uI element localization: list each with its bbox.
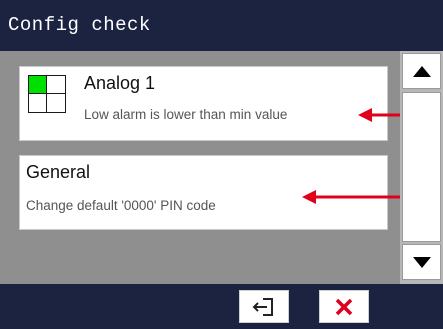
item-title: General: [26, 162, 91, 182]
scroll-down-button[interactable]: [402, 244, 441, 280]
triangle-up-icon: [412, 65, 431, 77]
footer-bar: [0, 284, 443, 329]
scroll-thumb[interactable]: [402, 92, 441, 242]
list-item[interactable]: Analog 1 Low alarm is lower than min val…: [19, 66, 388, 141]
exit-icon: [252, 297, 273, 316]
close-icon: [335, 298, 353, 315]
item-title: Analog 1: [84, 73, 156, 93]
exit-button[interactable]: [239, 290, 289, 323]
header-bar: Config check: [0, 0, 443, 51]
analog-grid-icon: [28, 75, 66, 113]
scrollbar[interactable]: [400, 51, 443, 284]
item-description: Change default '0000' PIN code: [26, 198, 216, 213]
close-button[interactable]: [319, 290, 369, 323]
triangle-down-icon: [412, 256, 431, 268]
config-list: Analog 1 Low alarm is lower than min val…: [0, 51, 443, 284]
main-area: Analog 1 Low alarm is lower than min val…: [0, 51, 443, 284]
page-title: Config check: [8, 14, 151, 36]
scroll-up-button[interactable]: [402, 53, 441, 89]
item-description: Low alarm is lower than min value: [84, 107, 288, 122]
